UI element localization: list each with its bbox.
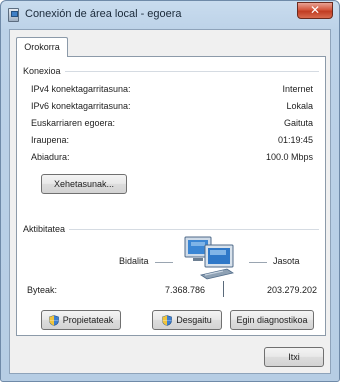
ipv4-value: Internet	[282, 84, 313, 94]
connection-group-label: Konexioa	[23, 66, 65, 76]
bytes-sent-value: 7.368.786	[164, 285, 205, 295]
title-bar[interactable]: Conexión de área local - egoera ✕	[1, 1, 339, 29]
bytes-received-value: 203.279.202	[266, 285, 317, 295]
connection-group-divider	[23, 71, 319, 72]
window-title: Conexión de área local - egoera	[25, 8, 182, 20]
received-label: Jasota	[273, 256, 300, 266]
media-state-label: Euskarriaren egoera:	[31, 118, 116, 128]
received-line	[249, 262, 267, 263]
properties-button[interactable]: Propietateak	[41, 310, 121, 330]
ipv6-value: Lokala	[286, 101, 313, 111]
speed-value: 100.0 Mbps	[265, 152, 313, 162]
tab-orokorra[interactable]: Orokorra	[16, 37, 68, 57]
activity-group-label: Aktibitatea	[23, 224, 70, 234]
duration-label: Iraupena:	[31, 135, 70, 145]
status-dialog: Conexión de área local - egoera ✕ Orokor…	[0, 0, 340, 382]
uac-shield-icon	[162, 314, 173, 326]
activity-divider	[223, 281, 224, 297]
tab-panel-general: Konexioa IPv4 konektagarritasuna: Intern…	[16, 56, 326, 336]
ipv4-label: IPv4 konektagarritasuna:	[31, 84, 131, 94]
sent-label: Bidalita	[119, 256, 149, 266]
uac-shield-icon	[48, 314, 59, 326]
network-connection-icon	[8, 8, 19, 22]
media-state-value: Gaituta	[283, 118, 313, 128]
speed-label: Abiadura:	[31, 152, 70, 162]
close-window-button[interactable]: ✕	[297, 2, 333, 19]
bytes-label: Byteak:	[27, 285, 58, 295]
network-activity-icon	[177, 235, 239, 281]
duration-value: 01:19:45	[277, 135, 313, 145]
disable-button-label: Desgaitu	[176, 315, 212, 325]
properties-button-label: Propietateak	[62, 315, 114, 325]
disable-button[interactable]: Desgaitu	[152, 310, 222, 330]
dialog-client-area: Orokorra Konexioa IPv4 konektagarritasun…	[9, 29, 331, 374]
details-button[interactable]: Xehetasunak...	[41, 174, 127, 194]
diagnose-button[interactable]: Egin diagnostikoa	[230, 310, 314, 330]
ipv6-label: IPv6 konektagarritasuna:	[31, 101, 131, 111]
close-button[interactable]: Itxi	[264, 347, 324, 367]
sent-line	[155, 262, 173, 263]
